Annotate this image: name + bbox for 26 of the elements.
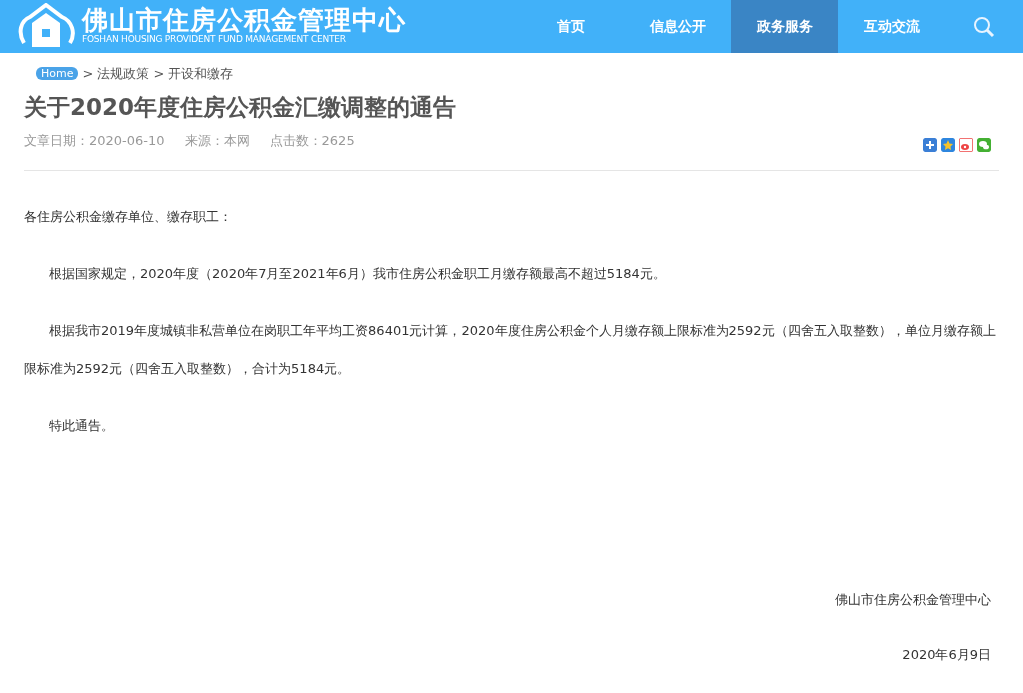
weibo-share-icon[interactable] [959,137,973,152]
article-meta: 文章日期：2020-06-10 [24,131,165,150]
plus-share-icon[interactable] [923,137,937,152]
issue-date: 2020年6月9日 [902,647,991,663]
wechat-share-icon[interactable] [977,137,991,152]
breadcrumb-separator: > [153,64,165,83]
article-meta: 点击数：2625 [269,131,355,150]
star-share-icon[interactable] [941,137,955,152]
home-link[interactable]: Home [36,67,79,80]
paragraph: 特此通告。 [48,416,115,435]
paragraph: 各住房公积金缴存单位、缴存职工： [24,207,233,226]
issuer-signature: 佛山市住房公积金管理中心 [835,591,991,607]
breadcrumb-link[interactable]: 开设和缴存 [168,63,234,84]
paragraph: 根据国家规定，2020年度（2020年7月至2021年6月）我市住房公积金职工月缴存额最高不超过5184元。 [48,264,667,283]
nav-tab[interactable]: 首页 [517,0,624,53]
paragraph: 根据我市2019年度城镇非私营单位在岗职工年平均工资86401元计算，2020年度住房公积金个人月缴存额上限标准为2592元（四舍五入取整数），单位月缴存额上限标准为2592元（四舍五入取整数），合计为5184元。 [24,321,997,378]
article-title: 关于2020年度住房公积金汇缴调整的通告 [24,93,457,122]
nav-tab[interactable]: 信息公开 [624,0,731,53]
site-subtitle: FOSHAN HOUSING PROVIDENT FUND MANAGEMENT CENTER [82,33,347,46]
nav-tab[interactable]: 政务服务 [731,0,838,53]
site-title: 佛山市住房公积金管理中心 [82,6,406,33]
breadcrumb-link[interactable]: 法规政策 [97,63,150,84]
search-icon [973,15,995,38]
nav-tab[interactable]: 互动交流 [838,0,945,53]
breadcrumb-separator: > [82,64,94,83]
article-meta: 来源：本网 [184,131,250,150]
